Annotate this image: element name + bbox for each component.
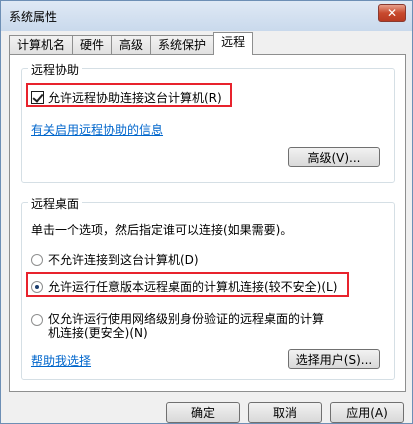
radio-selected-icon[interactable] xyxy=(31,280,43,293)
close-icon: ✕ xyxy=(386,6,398,20)
tab-system-protection[interactable]: 系统保护 xyxy=(150,35,215,55)
tab-remote[interactable]: 远程 xyxy=(213,32,254,55)
allow-remote-assistance-label: 允许远程协助连接这台计算机(R) xyxy=(48,91,222,105)
remote-desktop-instruction: 单击一个选项，然后指定谁可以连接(如果需要)。 xyxy=(31,223,293,237)
remote-assistance-info-link[interactable]: 有关启用远程协助的信息 xyxy=(31,121,163,138)
remote-assistance-group-title: 远程协助 xyxy=(28,61,83,78)
allow-remote-assistance-checkbox[interactable]: 允许远程协助连接这台计算机(R) xyxy=(31,89,222,106)
window-title: 系统属性 xyxy=(9,10,58,24)
radio-option-allow-any[interactable]: 允许运行任意版本远程桌面的计算机连接(较不安全)(L) xyxy=(31,278,337,295)
tab-hardware[interactable]: 硬件 xyxy=(72,35,113,55)
radio-option-nla[interactable]: 仅允许运行使用网络级别身份验证的远程桌面的计算 机连接(更安全)(N) xyxy=(31,312,324,340)
checkbox-checked-icon[interactable] xyxy=(31,91,44,104)
advanced-button[interactable]: 高级(V)... xyxy=(288,147,380,167)
radio-unselected-icon[interactable] xyxy=(31,253,43,266)
ok-button[interactable]: 确定 xyxy=(166,402,240,423)
remote-desktop-group-title: 远程桌面 xyxy=(28,195,83,212)
radio-option-nla-label: 仅允许运行使用网络级别身份验证的远程桌面的计算 机连接(更安全)(N) xyxy=(48,312,324,340)
apply-button[interactable]: 应用(A) xyxy=(330,402,404,423)
tab-advanced[interactable]: 高级 xyxy=(111,35,152,55)
radio-unselected-icon[interactable] xyxy=(31,314,43,326)
radio-option-nla-label-line1: 仅允许运行使用网络级别身份验证的远程桌面的计算 xyxy=(48,312,325,326)
tab-computer-name[interactable]: 计算机名 xyxy=(9,35,74,55)
radio-option-allow-any-label: 允许运行任意版本远程桌面的计算机连接(较不安全)(L) xyxy=(48,280,338,294)
tab-panel-remote: 远程协助 允许远程协助连接这台计算机(R) 有关启用远程协助的信息 高级(V).… xyxy=(9,54,406,392)
cancel-button[interactable]: 取消 xyxy=(248,402,322,423)
close-button[interactable]: ✕ xyxy=(378,4,406,22)
radio-option-nla-label-line2: 机连接(更安全)(N) xyxy=(48,326,148,340)
tab-strip: 计算机名 硬件 高级 系统保护 远程 xyxy=(9,32,254,55)
system-properties-window: 系统属性 ✕ 计算机名 硬件 高级 系统保护 远程 远程协助 允许远程协助连接这… xyxy=(0,0,413,424)
title-bar[interactable]: 系统属性 ✕ xyxy=(1,1,412,29)
help-me-choose-link[interactable]: 帮助我选择 xyxy=(31,352,91,369)
select-users-button[interactable]: 选择用户(S)... xyxy=(288,349,380,369)
radio-option-deny-label: 不允许连接到这台计算机(D) xyxy=(48,253,199,267)
radio-option-deny[interactable]: 不允许连接到这台计算机(D) xyxy=(31,251,199,268)
